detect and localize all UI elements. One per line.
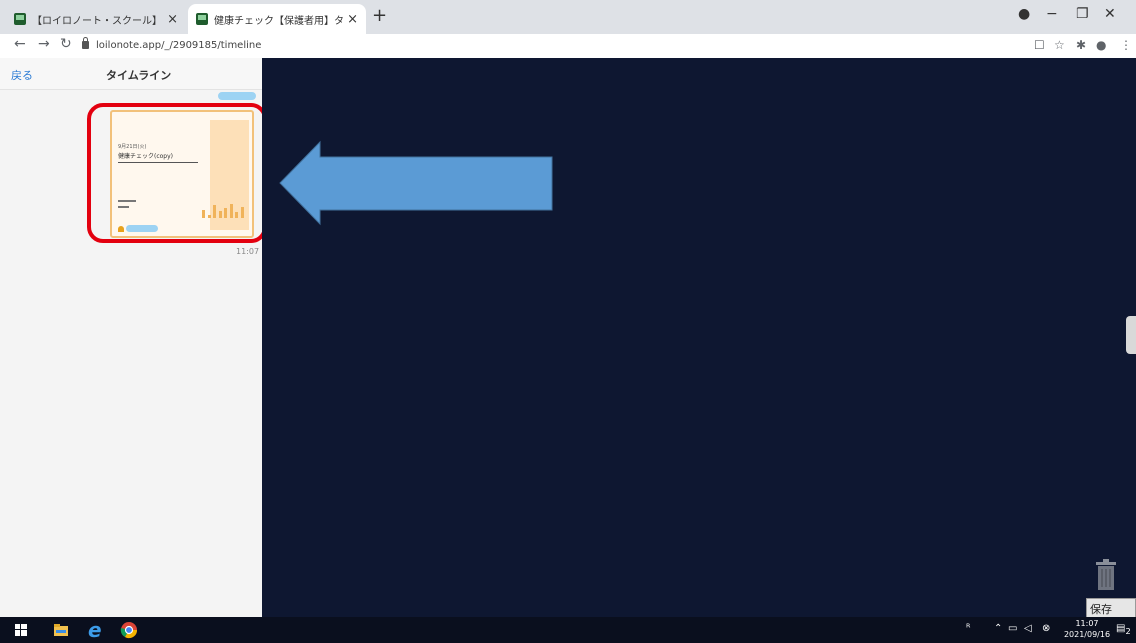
card-bar	[235, 212, 238, 218]
arrow-annotation	[279, 140, 553, 226]
internet-explorer-icon[interactable]: e	[88, 618, 106, 642]
card-meta-line	[118, 200, 136, 202]
chevron-up-icon[interactable]: ⌃	[994, 623, 1002, 634]
menu-icon[interactable]: ⋮	[1120, 38, 1132, 52]
bookmark-star-icon[interactable]: ☆	[1054, 38, 1065, 52]
card-bar	[229, 204, 233, 218]
card-time: 11:07	[236, 247, 260, 256]
card-date: 9月21日(火)	[118, 144, 147, 150]
timeline-card[interactable]: 9月21日(火) 健康チェック(copy)	[110, 110, 254, 238]
loilo-favicon-icon	[14, 13, 26, 25]
account-icon[interactable]: ●	[1096, 38, 1106, 52]
trash-icon[interactable]	[1094, 558, 1118, 592]
chrome-icon[interactable]	[120, 621, 138, 639]
card-bar	[202, 209, 205, 218]
panel-title: タイムライン	[106, 69, 172, 82]
browser-tab-strip: 【ロイロノート・スクール】1人1台GIGA × 健康チェック【保護者用】タイムラ…	[0, 0, 1136, 34]
loilo-favicon-icon	[196, 13, 208, 25]
taskbar: e ᴿ ⌃ ▭ ◁ ⊗ 11:07 2021/09/16 ▤2	[0, 617, 1136, 643]
user-icon	[118, 226, 124, 232]
card-bar-graphic	[202, 204, 247, 218]
card-bar	[213, 205, 216, 218]
status-icon[interactable]: ⊗	[1042, 623, 1050, 634]
notification-count: 2	[1125, 626, 1131, 636]
left-arrow-icon	[279, 140, 553, 226]
card-bar	[207, 215, 211, 218]
back-button[interactable]: 戻る	[11, 67, 33, 83]
card-title: 健康チェック(copy)	[118, 151, 198, 163]
clock-time: 11:07	[1075, 619, 1099, 628]
new-tab-button[interactable]: +	[372, 5, 387, 26]
card-bar	[240, 206, 244, 218]
volume-icon[interactable]: ◁	[1024, 623, 1032, 634]
profile-circle-icon[interactable]: ●	[1018, 6, 1030, 22]
system-clock[interactable]: 11:07 2021/09/16	[1062, 618, 1112, 640]
url-text: loilonote.app/_/2909185/timeline	[96, 39, 262, 51]
card-bar	[224, 208, 227, 218]
reload-icon[interactable]: ↻	[60, 36, 72, 52]
restore-button[interactable]: ❐	[1076, 6, 1089, 22]
minimize-button[interactable]: −	[1046, 6, 1058, 22]
back-arrow-icon[interactable]: ←	[14, 36, 26, 52]
people-icon[interactable]: ᴿ	[966, 623, 970, 634]
clock-date: 2021/09/16	[1063, 630, 1111, 639]
network-icon[interactable]: ▭	[1008, 623, 1017, 634]
share-icon[interactable]: ☐	[1034, 38, 1045, 52]
tab-title: 健康チェック【保護者用】タイムライン	[214, 15, 344, 27]
window-close-button[interactable]: ✕	[1104, 6, 1116, 22]
close-icon[interactable]: ×	[347, 12, 358, 27]
browser-tab-loilo[interactable]: 【ロイロノート・スクール】1人1台GIGA ×	[6, 4, 186, 34]
panel-header: 戻る タイムライン	[0, 58, 262, 90]
tab-title: 【ロイロノート・スクール】1人1台GIGA	[32, 15, 163, 27]
card-bar	[218, 211, 222, 218]
redacted-sender-name	[218, 92, 256, 100]
forward-arrow-icon[interactable]: →	[38, 36, 50, 52]
extensions-icon[interactable]: ✱	[1076, 38, 1086, 52]
card-meta-line	[118, 206, 129, 208]
redacted-user-name	[126, 225, 158, 232]
close-icon[interactable]: ×	[167, 12, 178, 27]
address-bar[interactable]: loilonote.app/_/2909185/timeline	[82, 35, 261, 55]
file-explorer-icon[interactable]	[52, 621, 70, 639]
windows-start-icon[interactable]	[12, 621, 30, 639]
main-canvas[interactable]: 保存中...	[262, 58, 1136, 636]
timeline-panel: 戻る タイムライン 9月21日(火) 健康チェック(copy) 11:07	[0, 58, 262, 617]
browser-toolbar: ← → ↻ loilonote.app/_/2909185/timeline ☐…	[0, 34, 1136, 58]
lock-icon	[82, 37, 89, 49]
side-panel-handle[interactable]	[1126, 316, 1136, 354]
browser-tab-timeline[interactable]: 健康チェック【保護者用】タイムライン ×	[188, 4, 366, 34]
notification-icon[interactable]: ▤2	[1116, 623, 1131, 636]
